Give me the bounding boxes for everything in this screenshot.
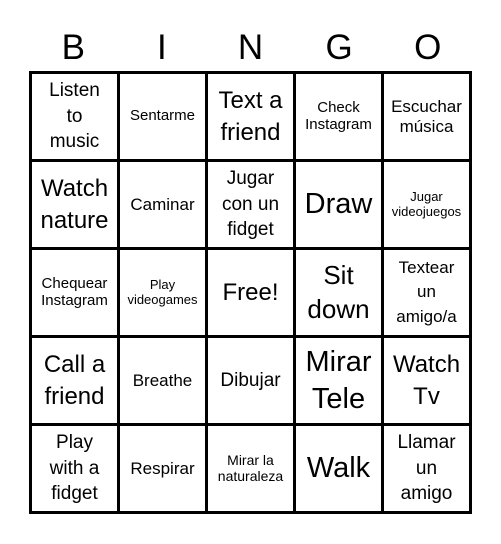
- bingo-cell[interactable]: Walk: [296, 426, 381, 511]
- cell-text: Draw: [304, 188, 373, 221]
- bingo-cell[interactable]: Watch Tv: [384, 338, 469, 423]
- bingo-cell[interactable]: Sentarme: [120, 74, 205, 159]
- cell-text: Escuchar música: [391, 97, 462, 136]
- bingo-cell[interactable]: Escuchar música: [384, 74, 469, 159]
- bingo-header: B I N G O: [29, 26, 472, 70]
- bingo-cell[interactable]: Text a friend: [208, 74, 293, 159]
- bingo-cell[interactable]: Check Instagram: [296, 74, 381, 159]
- bingo-cell[interactable]: Listen to music: [32, 74, 117, 159]
- cell-text: Chequear Instagram: [41, 274, 108, 309]
- bingo-cell[interactable]: Chequear Instagram: [32, 250, 117, 335]
- bingo-cell[interactable]: Dibujar: [208, 338, 293, 423]
- cell-text: Dibujar: [220, 369, 281, 391]
- cell-text: Listen to music: [49, 80, 100, 153]
- cell-text: Mirar Tele: [305, 346, 372, 415]
- bingo-cell[interactable]: Textear un amigo/a: [384, 250, 469, 335]
- bingo-cell[interactable]: Mirar Tele: [296, 338, 381, 423]
- header-letter-o: O: [414, 28, 442, 67]
- cell-text: Jugar videojuegos: [391, 188, 462, 219]
- cell-text: Caminar: [130, 194, 195, 214]
- bingo-cell[interactable]: Jugar con un fidget: [208, 162, 293, 247]
- bingo-cell[interactable]: Draw: [296, 162, 381, 247]
- bingo-cell[interactable]: Watch nature: [32, 162, 117, 247]
- cell-text: Respirar: [130, 458, 195, 478]
- cell-text: Llamar un amigo: [397, 432, 456, 505]
- header-letter-i: I: [157, 28, 167, 67]
- bingo-cell[interactable]: Mirar la naturaleza: [208, 426, 293, 511]
- header-letter-n: N: [237, 28, 264, 67]
- bingo-cell[interactable]: Llamar un amigo: [384, 426, 469, 511]
- cell-text: Mirar la naturaleza: [217, 451, 284, 484]
- bingo-cell[interactable]: Jugar videojuegos: [384, 162, 469, 247]
- header-letter-b: B: [61, 28, 85, 67]
- bingo-cell[interactable]: Respirar: [120, 426, 205, 511]
- bingo-cell[interactable]: Sit down: [296, 250, 381, 335]
- bingo-cell[interactable]: Breathe: [120, 338, 205, 423]
- cell-text: Call a friend: [43, 351, 106, 410]
- cell-text: Sit down: [307, 259, 370, 324]
- cell-text: Watch Tv: [392, 351, 461, 410]
- cell-text: Play with a fidget: [49, 432, 100, 505]
- cell-text: Sentarme: [129, 107, 196, 125]
- cell-text: Watch nature: [40, 175, 109, 234]
- cell-text: Walk: [306, 452, 371, 485]
- cell-text: Jugar con un fidget: [221, 168, 280, 241]
- cell-text: Text a friend: [218, 87, 283, 146]
- bingo-cell free-space[interactable]: Free!: [208, 250, 293, 335]
- cell-text: Textear un amigo/a: [396, 257, 457, 326]
- cell-text: Breathe: [132, 370, 193, 390]
- bingo-cell[interactable]: Play videogames: [120, 250, 205, 335]
- bingo-grid: Listen to music Sentarme Text a friend C…: [29, 71, 472, 514]
- cell-text: Play videogames: [127, 276, 198, 307]
- header-letter-g: G: [325, 28, 353, 67]
- bingo-cell[interactable]: Call a friend: [32, 338, 117, 423]
- bingo-cell[interactable]: Caminar: [120, 162, 205, 247]
- bingo-cell[interactable]: Play with a fidget: [32, 426, 117, 511]
- cell-text: Free!: [222, 278, 279, 306]
- cell-text: Check Instagram: [305, 98, 372, 133]
